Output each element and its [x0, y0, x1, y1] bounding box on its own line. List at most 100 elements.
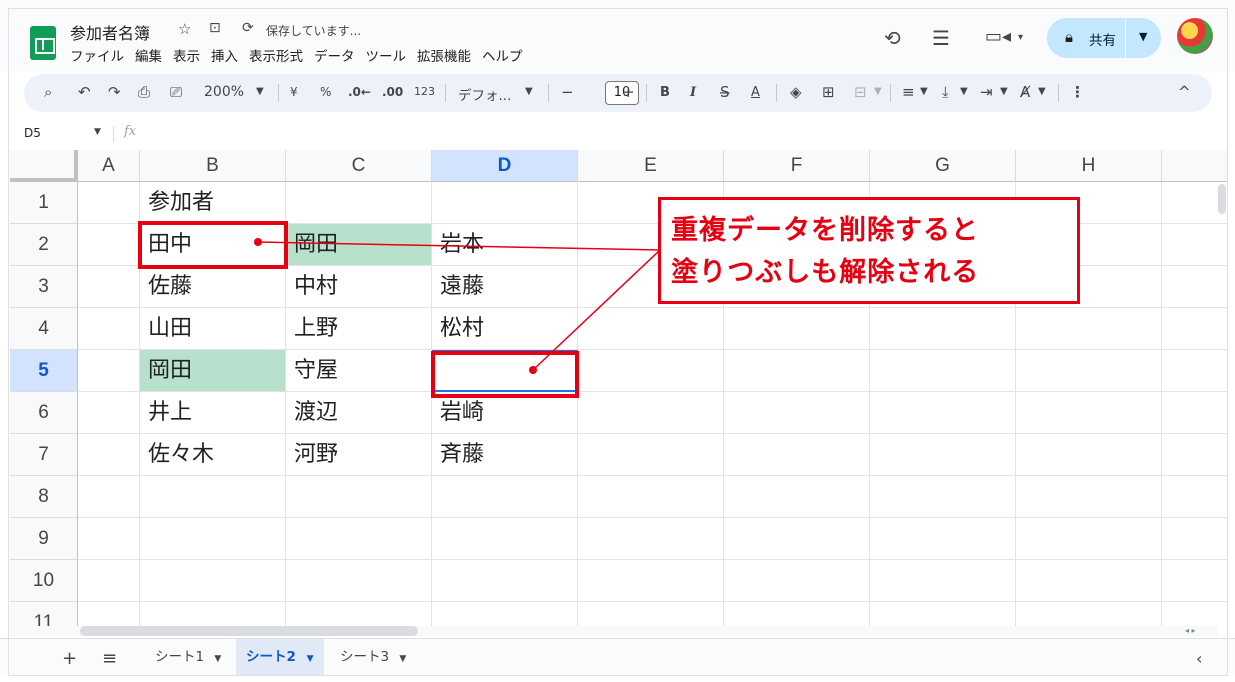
cell-a6[interactable] — [78, 392, 140, 434]
cell-d3[interactable]: 遠藤 — [432, 266, 578, 308]
all-sheets-icon[interactable]: ≡ — [102, 648, 117, 669]
cell-overflow[interactable] — [1162, 266, 1228, 308]
cell-c6[interactable]: 渡辺 — [286, 392, 432, 434]
collapse-toolbar-icon[interactable]: ^ — [1178, 83, 1191, 101]
select-all-corner[interactable] — [10, 150, 78, 182]
sheet-tab-dropdown-icon[interactable]: ▼ — [399, 654, 406, 664]
row-header-9[interactable]: 9 — [10, 518, 78, 560]
font-select[interactable]: デフォ... — [458, 84, 511, 104]
cell-f10[interactable] — [724, 560, 870, 602]
cell-d8[interactable] — [432, 476, 578, 518]
valign-dropdown-icon[interactable]: ▼ — [960, 86, 968, 97]
column-header-e[interactable]: E — [578, 150, 724, 182]
cell-e9[interactable] — [578, 518, 724, 560]
cell-b11[interactable] — [140, 602, 286, 626]
row-header-7[interactable]: 7 — [10, 434, 78, 476]
paint-format-icon[interactable]: ⎚ — [170, 83, 182, 101]
cell-d5[interactable] — [432, 350, 578, 392]
text-rotation-icon[interactable]: Ⱥ — [1020, 83, 1030, 101]
row-header-8[interactable]: 8 — [10, 476, 78, 518]
cell-b10[interactable] — [140, 560, 286, 602]
cell-g5[interactable] — [870, 350, 1016, 392]
sheet-tab-dropdown-icon[interactable]: ▼ — [214, 654, 221, 664]
column-header-b[interactable]: B — [140, 150, 286, 182]
cell-a7[interactable] — [78, 434, 140, 476]
menu-extensions[interactable]: 拡張機能 — [417, 45, 471, 65]
row-header-11[interactable]: 11 — [10, 602, 78, 626]
cell-g4[interactable] — [870, 308, 1016, 350]
cell-g10[interactable] — [870, 560, 1016, 602]
column-header-a[interactable]: A — [78, 150, 140, 182]
cell-h9[interactable] — [1016, 518, 1162, 560]
horizontal-scrollbar[interactable] — [80, 626, 418, 636]
collapse-side-panel-icon[interactable]: ‹ — [1196, 649, 1202, 668]
sheet-tab-1[interactable]: シート1 ▼ — [145, 639, 231, 675]
menu-view[interactable]: 表示 — [173, 45, 200, 65]
meet-dropdown-icon[interactable]: ▾ — [1018, 32, 1023, 43]
currency-button[interactable]: ¥ — [290, 85, 298, 99]
horizontal-align-icon[interactable]: ≡ — [902, 83, 915, 101]
column-header-c[interactable]: C — [286, 150, 432, 182]
font-dropdown-icon[interactable]: ▼ — [525, 86, 533, 97]
wrap-dropdown-icon[interactable]: ▼ — [1000, 86, 1008, 97]
cell-b4[interactable]: 山田 — [140, 308, 286, 350]
cell-h7[interactable] — [1016, 434, 1162, 476]
cell-e6[interactable] — [578, 392, 724, 434]
cell-a11[interactable] — [78, 602, 140, 626]
text-color-button[interactable]: A — [751, 85, 760, 100]
zoom-dropdown-icon[interactable]: ▼ — [256, 86, 264, 97]
cell-a1[interactable] — [78, 182, 140, 224]
cell-g9[interactable] — [870, 518, 1016, 560]
document-title[interactable]: 参加者名簿 — [70, 20, 150, 44]
cell-c11[interactable] — [286, 602, 432, 626]
increase-decimal-button[interactable]: .00 — [382, 85, 403, 99]
column-header-f[interactable]: F — [724, 150, 870, 182]
cell-e5[interactable] — [578, 350, 724, 392]
cell-f4[interactable] — [724, 308, 870, 350]
cell-f6[interactable] — [724, 392, 870, 434]
vertical-scrollbar[interactable] — [1218, 184, 1226, 214]
cell-a3[interactable] — [78, 266, 140, 308]
cell-overflow[interactable] — [1162, 350, 1228, 392]
cell-h6[interactable] — [1016, 392, 1162, 434]
cell-d9[interactable] — [432, 518, 578, 560]
text-wrap-icon[interactable]: ⇥ — [980, 83, 993, 101]
search-menus-icon[interactable]: ⌕ — [44, 83, 52, 101]
halign-dropdown-icon[interactable]: ▼ — [920, 86, 928, 97]
row-header-3[interactable]: 3 — [10, 266, 78, 308]
cell-b5[interactable]: 岡田 — [140, 350, 286, 392]
column-header-h[interactable]: H — [1016, 150, 1162, 182]
move-folder-icon[interactable]: ⊡ — [209, 20, 221, 36]
cell-c2[interactable]: 岡田 — [286, 224, 432, 266]
cell-d10[interactable] — [432, 560, 578, 602]
cell-h5[interactable] — [1016, 350, 1162, 392]
row-header-10[interactable]: 10 — [10, 560, 78, 602]
share-button[interactable]: 🔒︎ 共有 ▼ — [1047, 18, 1161, 58]
menu-format[interactable]: 表示形式 — [249, 45, 303, 65]
sheet-tab-3[interactable]: シート3 ▼ — [330, 639, 416, 675]
cell-c4[interactable]: 上野 — [286, 308, 432, 350]
cell-c3[interactable]: 中村 — [286, 266, 432, 308]
cell-g8[interactable] — [870, 476, 1016, 518]
scroll-arrows-icon[interactable]: ◂ ▸ — [1185, 626, 1196, 635]
avatar[interactable] — [1177, 18, 1213, 54]
decrease-decimal-button[interactable]: .0← — [348, 85, 371, 99]
cell-e7[interactable] — [578, 434, 724, 476]
fill-color-icon[interactable]: ◈ — [790, 83, 802, 101]
cell-b2[interactable]: 田中 — [140, 224, 286, 266]
decrease-font-size-button[interactable]: − — [561, 83, 574, 101]
cell-d1[interactable] — [432, 182, 578, 224]
italic-button[interactable]: I — [690, 85, 696, 100]
menu-edit[interactable]: 編集 — [135, 45, 162, 65]
cell-d2[interactable]: 岩本 — [432, 224, 578, 266]
more-formats-button[interactable]: 123 — [414, 85, 435, 98]
cell-c8[interactable] — [286, 476, 432, 518]
cell-a5[interactable] — [78, 350, 140, 392]
cell-overflow[interactable] — [1162, 518, 1228, 560]
cell-d4[interactable]: 松村 — [432, 308, 578, 350]
menu-help[interactable]: ヘルプ — [482, 45, 523, 65]
row-header-6[interactable]: 6 — [10, 392, 78, 434]
column-header-overflow[interactable] — [1162, 150, 1228, 182]
cell-d11[interactable] — [432, 602, 578, 626]
zoom-select[interactable]: 200% — [204, 84, 244, 100]
